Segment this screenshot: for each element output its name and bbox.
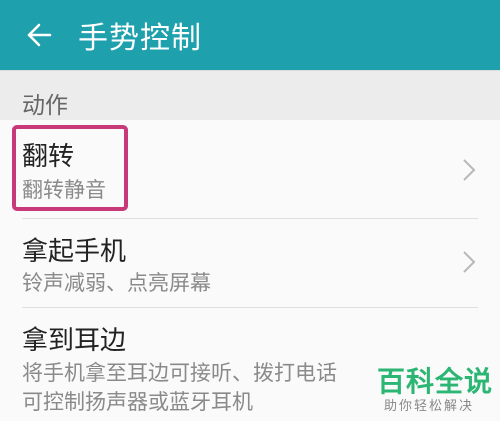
chevron-right-icon bbox=[463, 159, 476, 181]
app-bar: 手势控制 bbox=[0, 0, 500, 70]
chevron-right-icon bbox=[463, 251, 476, 273]
item-subtitle-line1: 将手机拿至耳边可接听、拨打电话 bbox=[22, 361, 337, 385]
page-title: 手势控制 bbox=[78, 21, 202, 56]
section-header-label: 动作 bbox=[22, 93, 68, 119]
section-header: 动作 bbox=[0, 70, 500, 120]
watermark-title: 百科全说 bbox=[377, 365, 494, 398]
item-subtitle: 铃声减弱、点亮屏幕 bbox=[22, 271, 211, 295]
highlight-box bbox=[12, 125, 128, 211]
arrow-left-icon bbox=[27, 23, 52, 47]
item-label: 拿起手机 bbox=[22, 237, 127, 267]
item-subtitle-line2: 可控制扬声器或蓝牙耳机 bbox=[22, 390, 253, 414]
item-label: 拿到耳边 bbox=[22, 326, 127, 356]
back-button[interactable] bbox=[24, 20, 54, 50]
list-item-pick-up-phone[interactable]: 拿起手机 铃声减弱、点亮屏幕 bbox=[0, 219, 500, 307]
watermark-subtitle: 助你轻松解决 bbox=[384, 399, 475, 414]
